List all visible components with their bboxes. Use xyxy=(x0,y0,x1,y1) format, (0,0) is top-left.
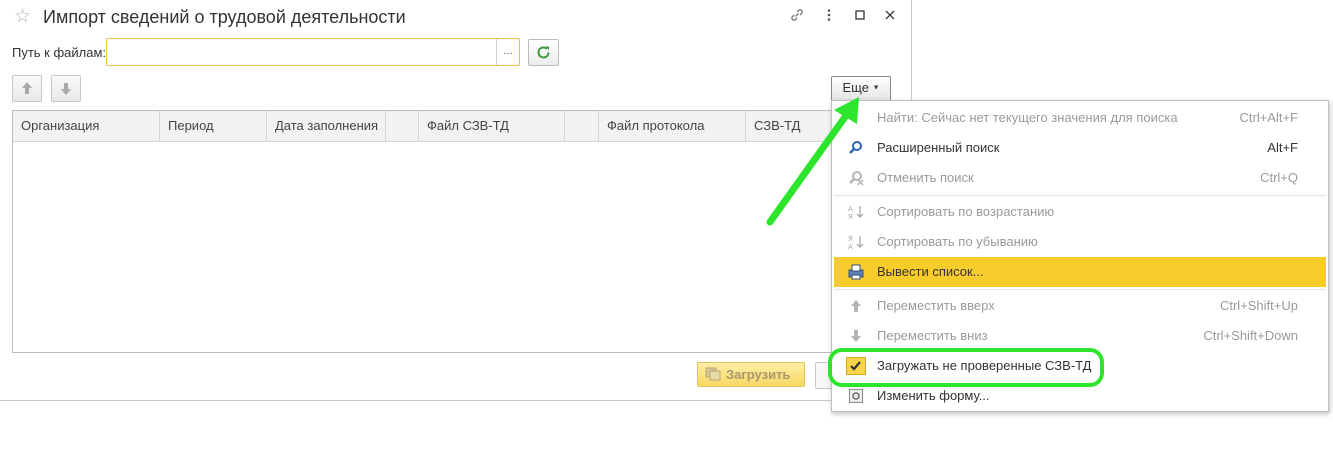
select-path-button[interactable]: ... xyxy=(496,39,519,65)
checkmark-icon xyxy=(846,357,866,375)
menu-item-label: Сортировать по убыванию xyxy=(877,234,1038,249)
menu-item-sort-desc[interactable]: ЯА Сортировать по убыванию xyxy=(834,227,1326,257)
column-header[interactable] xyxy=(565,111,599,141)
favorite-star-icon[interactable]: ☆ xyxy=(14,5,31,28)
import-dialog: ☆ Импорт сведений о трудовой деятельност… xyxy=(0,0,912,401)
menu-item-load-unverified[interactable]: Загружать не проверенные СЗВ-ТД xyxy=(834,351,1326,381)
arrow-up-icon xyxy=(22,82,32,94)
menu-item-shortcut: Alt+F xyxy=(1267,140,1298,155)
menu-separator xyxy=(834,289,1326,290)
menu-item-advanced-search[interactable]: Расширенный поиск Alt+F xyxy=(834,133,1326,163)
load-label: Загрузить xyxy=(726,367,791,382)
refresh-button[interactable] xyxy=(528,39,559,66)
column-header[interactable]: Файл СЗВ-ТД xyxy=(419,111,565,141)
menu-item-cancel-search[interactable]: Отменить поиск Ctrl+Q xyxy=(834,163,1326,193)
column-header[interactable]: Файл протокола xyxy=(599,111,746,141)
move-up-button[interactable] xyxy=(12,75,42,102)
menu-item-label: Отменить поиск xyxy=(877,170,974,185)
menu-item-shortcut: Ctrl+Q xyxy=(1260,170,1298,185)
form-settings-icon xyxy=(849,389,863,403)
more-button[interactable]: Еще ▼ xyxy=(831,76,891,102)
load-icon xyxy=(705,367,721,381)
cancel-search-icon xyxy=(849,171,864,186)
menu-item-find[interactable]: Найти: Сейчас нет текущего значения для … xyxy=(834,103,1326,133)
svg-text:А: А xyxy=(848,205,853,213)
sort-asc-icon: АЯ xyxy=(848,205,864,220)
refresh-icon xyxy=(537,46,550,59)
sort-desc-icon: ЯА xyxy=(848,235,864,250)
svg-text:А: А xyxy=(848,243,853,250)
link-icon[interactable] xyxy=(787,7,807,27)
menu-item-label: Переместить вверх xyxy=(877,298,995,313)
menu-item-label: Загружать не проверенные СЗВ-ТД xyxy=(877,358,1092,373)
menu-item-move-down[interactable]: Переместить вниз Ctrl+Shift+Down xyxy=(834,321,1326,351)
more-vertical-icon[interactable] xyxy=(819,7,839,27)
more-dropdown-menu: Найти: Сейчас нет текущего значения для … xyxy=(831,100,1329,412)
more-label: Еще xyxy=(842,80,869,95)
search-icon xyxy=(849,141,862,154)
arrow-down-icon xyxy=(851,330,861,342)
column-header[interactable]: Период xyxy=(160,111,267,141)
menu-item-label: Сортировать по возрастанию xyxy=(877,204,1055,219)
menu-item-label: Расширенный поиск xyxy=(877,140,1000,155)
page-title: Импорт сведений о трудовой деятельности xyxy=(43,7,406,27)
maximize-icon[interactable] xyxy=(850,7,870,27)
menu-item-change-form[interactable]: Изменить форму... xyxy=(834,381,1326,411)
column-header[interactable]: СЗВ-ТД xyxy=(746,111,833,141)
path-input[interactable]: ... xyxy=(106,38,520,66)
svg-text:Я: Я xyxy=(848,213,853,220)
arrow-up-icon xyxy=(851,300,861,312)
column-header[interactable] xyxy=(386,111,419,141)
load-button[interactable]: Загрузить xyxy=(697,362,805,387)
arrow-down-icon xyxy=(61,83,71,95)
menu-item-shortcut: Ctrl+Shift+Down xyxy=(1203,328,1298,343)
menu-separator xyxy=(834,195,1326,196)
table-header: Организация Период Дата заполнения Файл … xyxy=(13,111,833,142)
close-icon[interactable] xyxy=(880,7,900,27)
menu-item-sort-asc[interactable]: АЯ Сортировать по возрастанию xyxy=(834,197,1326,227)
move-down-button[interactable] xyxy=(51,75,81,102)
column-header[interactable]: Дата заполнения xyxy=(267,111,386,141)
menu-item-move-up[interactable]: Переместить вверх Ctrl+Shift+Up xyxy=(834,291,1326,321)
menu-item-label: Найти: Сейчас нет текущего значения для … xyxy=(877,110,1178,125)
chevron-down-icon: ▼ xyxy=(872,84,880,92)
svg-text:Я: Я xyxy=(848,235,853,243)
print-list-icon xyxy=(848,264,864,280)
menu-item-print-list[interactable]: Вывести список... xyxy=(834,257,1326,287)
path-label: Путь к файлам: xyxy=(12,45,107,60)
menu-item-label: Переместить вниз xyxy=(877,328,988,343)
menu-item-label: Изменить форму... xyxy=(877,388,990,403)
column-header[interactable]: Организация xyxy=(13,111,160,141)
files-table[interactable]: Организация Период Дата заполнения Файл … xyxy=(12,110,834,353)
menu-item-label: Вывести список... xyxy=(877,264,984,279)
menu-item-shortcut: Ctrl+Shift+Up xyxy=(1219,298,1298,313)
menu-item-shortcut: Ctrl+Alt+F xyxy=(1239,110,1298,125)
